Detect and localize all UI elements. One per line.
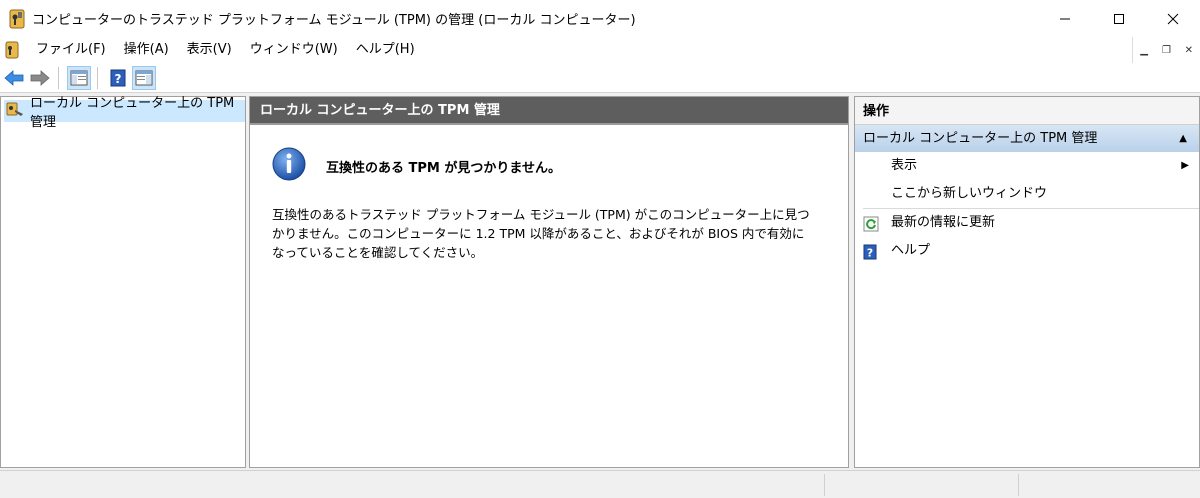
show-hide-action-pane-button[interactable] <box>132 65 156 90</box>
info-message: 互換性のある TPM が見つかりません。 <box>272 147 561 185</box>
mdi-restore-icon[interactable]: ❐ <box>1156 45 1176 56</box>
action-label: 最新の情報に更新 <box>891 215 996 230</box>
menu-view[interactable]: 表示(V) <box>178 39 241 61</box>
mdi-minimize-icon[interactable]: ▁ <box>1134 45 1154 56</box>
forward-arrow-icon <box>30 69 50 86</box>
tpm-key-icon <box>9 8 25 30</box>
show-hide-console-tree-button[interactable] <box>67 65 91 90</box>
close-button[interactable] <box>1146 0 1200 37</box>
action-help[interactable]: ? ヘルプ <box>855 237 1199 265</box>
actions-header: 操作 <box>855 97 1199 125</box>
status-bar <box>0 470 1200 498</box>
svg-text:?: ? <box>867 247 873 260</box>
action-label: ヘルプ <box>891 243 931 258</box>
back-button[interactable] <box>2 66 26 90</box>
submenu-arrow-icon: ▶ <box>1181 160 1189 171</box>
show-hide-console-tree-icon <box>70 70 88 85</box>
console-tree: ローカル コンピューター上の TPM 管理 <box>0 96 246 468</box>
collapse-triangle-icon[interactable]: ▲ <box>1179 125 1187 152</box>
maximize-icon <box>1114 13 1124 24</box>
action-label: 表示 <box>891 158 918 173</box>
status-segment <box>1018 474 1019 496</box>
help-button[interactable]: ? <box>106 66 130 90</box>
window-title: コンピューターのトラステッド プラットフォーム モジュール (TPM) の管理 … <box>32 13 636 28</box>
actions-pane: 操作 ローカル コンピューター上の TPM 管理 ▲ 表示 ▶ ここから新しいウ… <box>854 96 1200 468</box>
mdi-controls: ▁ ❐ ✕ <box>1132 37 1200 63</box>
info-icon <box>272 147 306 185</box>
tpm-key-icon[interactable] <box>5 41 19 59</box>
actions-group-header[interactable]: ローカル コンピューター上の TPM 管理 ▲ <box>855 125 1199 152</box>
action-refresh[interactable]: 最新の情報に更新 <box>855 209 1199 237</box>
main-pane-header: ローカル コンピューター上の TPM 管理 <box>250 97 848 125</box>
menu-action[interactable]: 操作(A) <box>115 39 178 61</box>
maximize-button[interactable] <box>1092 0 1146 37</box>
menu-file[interactable]: ファイル(F) <box>27 39 115 61</box>
svg-text:?: ? <box>115 72 122 86</box>
close-icon <box>1167 13 1179 24</box>
forward-button[interactable] <box>28 66 52 90</box>
menu-bar: ファイル(F) 操作(A) 表示(V) ウィンドウ(W) ヘルプ(H) <box>0 37 1200 63</box>
action-view[interactable]: 表示 ▶ <box>855 152 1199 180</box>
main-pane: ローカル コンピューター上の TPM 管理 互換性のある TPM が見つかりませ… <box>249 96 849 468</box>
title-bar: コンピューターのトラステッド プラットフォーム モジュール (TPM) の管理 … <box>0 0 1200 37</box>
info-body: 互換性のあるトラステッド プラットフォーム モジュール (TPM) がこのコンピ… <box>272 207 810 260</box>
tpm-snapin-icon <box>6 101 24 121</box>
help-icon: ? <box>863 243 879 260</box>
back-arrow-icon <box>4 69 24 86</box>
help-icon: ? <box>110 69 126 86</box>
minimize-button[interactable] <box>1038 0 1092 37</box>
toolbar-separator <box>58 66 59 89</box>
action-label: ここから新しいウィンドウ <box>891 186 1048 201</box>
menu-window[interactable]: ウィンドウ(W) <box>241 39 347 61</box>
minimize-icon <box>1060 18 1070 19</box>
mdi-close-icon[interactable]: ✕ <box>1179 45 1199 56</box>
toolbar: ? <box>0 63 1200 93</box>
actions-group-label: ローカル コンピューター上の TPM 管理 <box>863 131 1098 146</box>
tree-item-label: ローカル コンピューター上の TPM 管理 <box>30 96 235 130</box>
action-new-window[interactable]: ここから新しいウィンドウ <box>855 180 1199 208</box>
tree-item-tpm-management[interactable]: ローカル コンピューター上の TPM 管理 <box>4 96 245 130</box>
toolbar-separator <box>97 66 98 89</box>
show-hide-action-pane-icon <box>135 70 153 85</box>
info-title: 互換性のある TPM が見つかりません。 <box>326 160 561 176</box>
menu-help[interactable]: ヘルプ(H) <box>347 39 424 61</box>
status-segment <box>824 474 825 496</box>
refresh-icon <box>863 215 879 232</box>
